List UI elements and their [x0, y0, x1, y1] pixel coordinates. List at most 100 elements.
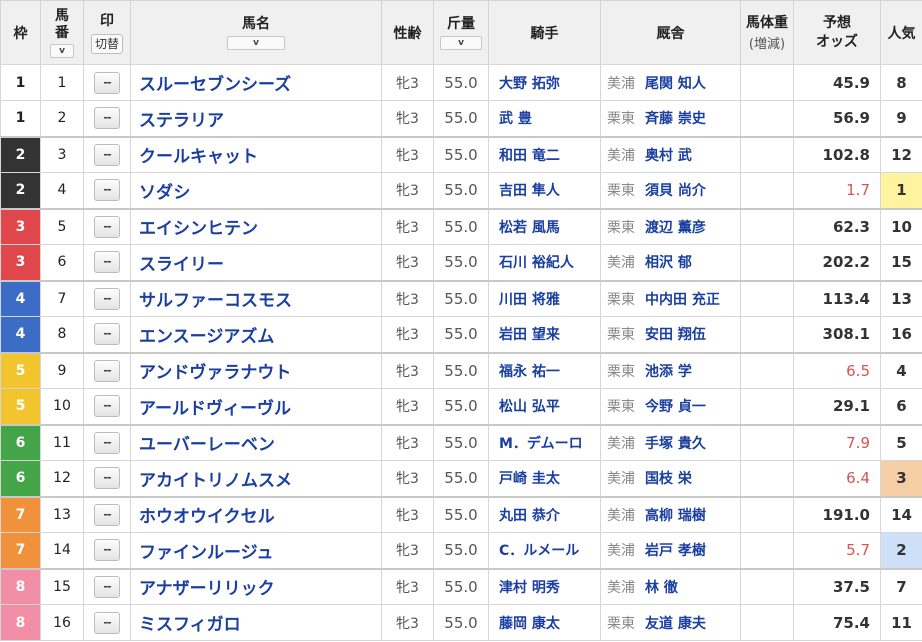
header-odds[interactable]: 予想 オッズ [793, 0, 881, 65]
trainer-link[interactable]: 池添 学 [645, 364, 692, 380]
mark-cell: -- [83, 495, 131, 533]
horse-name-link[interactable]: アナザーリリック [130, 567, 382, 605]
mark-select-button[interactable]: -- [94, 107, 120, 130]
mark-select-button[interactable]: -- [94, 143, 120, 166]
sex-age: 牝3 [381, 135, 434, 173]
horse-name-link[interactable]: アンドヴァラナウト [130, 351, 382, 389]
horse-name-link[interactable]: ソダシ [130, 172, 382, 209]
horse-name-link[interactable]: ファインルージュ [130, 532, 382, 569]
horse-name-link[interactable]: クールキャット [130, 135, 382, 173]
mark-select-button[interactable]: -- [94, 71, 120, 94]
jockey-link[interactable]: 福永 祐一 [488, 351, 601, 389]
mark-select-button[interactable]: -- [94, 179, 120, 202]
popularity-rank: 5 [880, 423, 922, 461]
stable-region: 栗東 [607, 363, 635, 380]
trainer-link[interactable]: 相沢 郁 [645, 255, 692, 271]
predicted-odds: 191.0 [793, 495, 881, 533]
jockey-link[interactable]: 津村 明秀 [488, 567, 601, 605]
mark-select-button[interactable]: -- [94, 215, 120, 238]
trainer-link[interactable]: 国枝 栄 [645, 471, 692, 487]
mark-select-button[interactable]: -- [94, 251, 120, 274]
sex-age: 牝3 [381, 460, 434, 497]
weight-carried: 55.0 [433, 244, 489, 281]
sort-chevron-icon[interactable]: v [50, 43, 74, 58]
trainer-link[interactable]: 斉藤 崇史 [645, 111, 706, 127]
mark-cell: -- [83, 100, 131, 137]
mark-select-button[interactable]: -- [94, 359, 120, 382]
mark-select-button[interactable]: -- [94, 539, 120, 562]
mark-toggle-button[interactable]: 切替 [90, 33, 123, 54]
sort-chevron-icon[interactable]: v [227, 36, 285, 50]
stable-region: 栗東 [607, 219, 635, 236]
jockey-link[interactable]: 丸田 恭介 [488, 495, 601, 533]
jockey-link[interactable]: M．デムーロ [488, 423, 601, 461]
trainer-link[interactable]: 手塚 貴久 [645, 436, 706, 452]
weight-carried: 55.0 [433, 532, 489, 569]
mark-select-button[interactable]: -- [94, 611, 120, 634]
jockey-link[interactable]: C．ルメール [488, 532, 601, 569]
header-horse[interactable]: 馬名 v [130, 0, 382, 65]
mark-select-button[interactable]: -- [94, 575, 120, 598]
trainer-link[interactable]: 奥村 武 [645, 148, 692, 164]
jockey-link[interactable]: 藤岡 康太 [488, 604, 601, 641]
trainer-link[interactable]: 友道 康夫 [645, 616, 706, 632]
mark-cell: -- [83, 423, 131, 461]
trainer-link[interactable]: 高柳 瑞樹 [645, 508, 706, 524]
jockey-link[interactable]: 川田 将雅 [488, 279, 601, 317]
weight-carried: 55.0 [433, 388, 489, 425]
trainer-link[interactable]: 中内田 充正 [645, 292, 720, 308]
jockey-link[interactable]: 大野 拓弥 [488, 64, 601, 101]
mark-select-button[interactable]: -- [94, 467, 120, 490]
horse-name-link[interactable]: スルーセブンシーズ [130, 64, 382, 101]
sex-age: 牝3 [381, 172, 434, 209]
waku-number: 6 [0, 460, 41, 497]
jockey-link[interactable]: 吉田 隼人 [488, 172, 601, 209]
sort-chevron-icon[interactable]: v [440, 36, 482, 50]
horse-name-link[interactable]: エイシンヒテン [130, 207, 382, 245]
header-umaban[interactable]: 馬番 v [40, 0, 84, 65]
trainer-link[interactable]: 安田 翔伍 [645, 327, 706, 343]
popularity-rank: 10 [880, 207, 922, 245]
stable-cell: 栗東 須貝 尚介 [600, 172, 741, 209]
stable-region: 美浦 [607, 255, 635, 272]
horse-name-link[interactable]: ホウオウイクセル [130, 495, 382, 533]
waku-number: 7 [0, 495, 41, 533]
jockey-link[interactable]: 戸崎 圭太 [488, 460, 601, 497]
trainer-link[interactable]: 岩戸 孝樹 [645, 543, 706, 559]
horse-name-link[interactable]: アカイトリノムスメ [130, 460, 382, 497]
trainer-link[interactable]: 尾関 知人 [645, 76, 706, 92]
mark-cell: -- [83, 207, 131, 245]
mark-select-button[interactable]: -- [94, 395, 120, 418]
mark-select-button[interactable]: -- [94, 503, 120, 526]
header-kinryo[interactable]: 斤量 v [433, 0, 489, 65]
header-stable-label: 厩舎 [656, 25, 685, 42]
sex-age: 牝3 [381, 316, 434, 353]
jockey-link[interactable]: 石川 裕紀人 [488, 244, 601, 281]
horse-name-link[interactable]: アールドヴィーヴル [130, 388, 382, 425]
horse-row: 6 12 -- アカイトリノムスメ 牝3 55.0 戸崎 圭太 美浦 国枝 栄 6.4 3 [0, 460, 922, 497]
trainer-link[interactable]: 渡辺 薫彦 [645, 220, 706, 236]
mark-select-button[interactable]: -- [94, 431, 120, 454]
trainer-link[interactable]: 林 徹 [645, 580, 678, 596]
horse-weight [740, 316, 794, 353]
jockey-link[interactable]: 松山 弘平 [488, 388, 601, 425]
horse-name-link[interactable]: ステラリア [130, 100, 382, 137]
jockey-link[interactable]: 武 豊 [488, 100, 601, 137]
jockey-link[interactable]: 松若 風馬 [488, 207, 601, 245]
trainer-link[interactable]: 今野 貞一 [645, 399, 706, 415]
jockey-link[interactable]: 岩田 望来 [488, 316, 601, 353]
mark-cell: -- [83, 316, 131, 353]
mark-select-button[interactable]: -- [94, 287, 120, 310]
trainer-link[interactable]: 須貝 尚介 [645, 183, 706, 199]
horse-weight [740, 460, 794, 497]
horse-name-link[interactable]: ユーバーレーベン [130, 423, 382, 461]
horse-name-link[interactable]: エンスージアズム [130, 316, 382, 353]
stable-region: 栗東 [607, 615, 635, 632]
mark-cell: -- [83, 604, 131, 641]
stable-region: 美浦 [607, 471, 635, 488]
horse-name-link[interactable]: ミスフィガロ [130, 604, 382, 641]
mark-select-button[interactable]: -- [94, 323, 120, 346]
horse-name-link[interactable]: スライリー [130, 244, 382, 281]
jockey-link[interactable]: 和田 竜二 [488, 135, 601, 173]
horse-name-link[interactable]: サルファーコスモス [130, 279, 382, 317]
